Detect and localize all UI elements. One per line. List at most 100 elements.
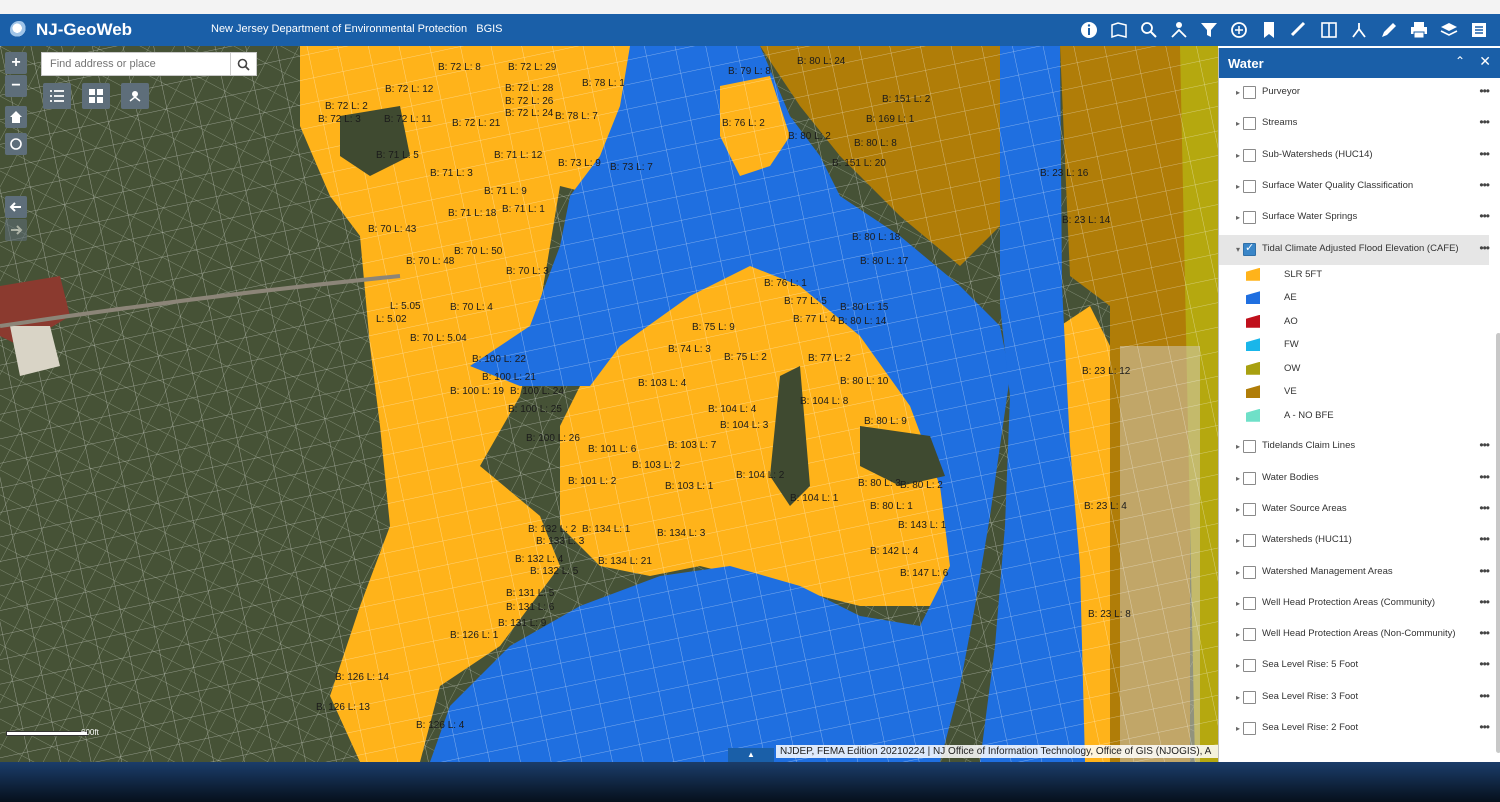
chevron-right-icon[interactable]: ▸ bbox=[1236, 724, 1240, 733]
more-options-icon[interactable]: ••• bbox=[1479, 115, 1490, 129]
measure-button[interactable] bbox=[1286, 18, 1312, 42]
layer-checkbox[interactable] bbox=[1243, 534, 1256, 548]
chevron-right-icon[interactable]: ▸ bbox=[1236, 151, 1240, 160]
legend-button[interactable] bbox=[1466, 18, 1492, 42]
layer-checkbox[interactable] bbox=[1243, 722, 1256, 735]
layer-checkbox[interactable] bbox=[1243, 471, 1256, 485]
layer-row[interactable]: ▸ Sea Level Rise: 3 Foot ••• bbox=[1219, 683, 1490, 713]
layer-row[interactable]: ▸ Well Head Protection Areas (Community) •… bbox=[1219, 589, 1490, 619]
layer-checkbox[interactable] bbox=[1243, 596, 1256, 610]
layer-checkbox[interactable] bbox=[1243, 148, 1256, 162]
more-options-icon[interactable]: ••• bbox=[1479, 470, 1490, 484]
more-options-icon[interactable]: ••• bbox=[1479, 626, 1490, 640]
parcel-label: B: 104 L: 3 bbox=[720, 420, 769, 431]
analysis-button[interactable] bbox=[1226, 18, 1252, 42]
layer-checkbox[interactable] bbox=[1243, 659, 1256, 673]
close-panel-button[interactable]: ✕ bbox=[1479, 53, 1491, 70]
layer-row[interactable]: ▸ Sea Level Rise: 2 Foot ••• bbox=[1219, 714, 1490, 744]
layer-checkbox[interactable] bbox=[1243, 628, 1256, 642]
zoom-in-button[interactable]: + bbox=[5, 52, 27, 74]
chevron-right-icon[interactable]: ▸ bbox=[1236, 505, 1240, 514]
layer-checkbox[interactable] bbox=[1243, 565, 1256, 579]
layer-row[interactable]: ▾ Tidal Climate Adjusted Flood Elevation … bbox=[1219, 234, 1490, 265]
previous-extent-button[interactable] bbox=[5, 196, 27, 218]
layer-row[interactable]: ▸ Sea Level Rise: 5 Foot ••• bbox=[1219, 651, 1490, 681]
query-button[interactable] bbox=[1136, 18, 1162, 42]
layer-row[interactable]: ▸ Purveyor ••• bbox=[1219, 78, 1490, 108]
layer-row[interactable]: ▸ Streams ••• bbox=[1219, 109, 1490, 139]
panel-scrollbar[interactable] bbox=[1496, 333, 1500, 753]
more-options-icon[interactable]: ••• bbox=[1479, 689, 1490, 703]
collapse-panel-button[interactable]: ⌃ bbox=[1455, 54, 1465, 68]
locate-point-button[interactable] bbox=[121, 83, 149, 109]
chevron-right-icon[interactable]: ▸ bbox=[1236, 536, 1240, 545]
layer-checkbox[interactable] bbox=[1243, 502, 1256, 516]
swipe-button[interactable] bbox=[1316, 18, 1342, 42]
search-input[interactable] bbox=[42, 53, 231, 75]
chevron-right-icon[interactable]: ▸ bbox=[1236, 661, 1240, 670]
more-options-icon[interactable]: ••• bbox=[1479, 720, 1490, 734]
layer-row[interactable]: ▸ Watersheds (HUC11) ••• bbox=[1219, 526, 1490, 556]
layer-checkbox[interactable] bbox=[1243, 86, 1256, 99]
chevron-right-icon[interactable]: ▸ bbox=[1236, 182, 1240, 191]
more-options-icon[interactable]: ••• bbox=[1479, 147, 1490, 161]
layer-checkbox[interactable] bbox=[1243, 241, 1256, 256]
layer-row[interactable]: ▸ Surface Water Springs ••• bbox=[1219, 203, 1490, 233]
chevron-right-icon[interactable]: ▸ bbox=[1236, 88, 1240, 97]
chevron-right-icon[interactable]: ▸ bbox=[1236, 630, 1240, 639]
print-button[interactable] bbox=[1406, 18, 1432, 42]
select-button[interactable] bbox=[1346, 18, 1372, 42]
chevron-right-icon[interactable]: ▸ bbox=[1236, 599, 1240, 608]
more-options-icon[interactable]: ••• bbox=[1479, 501, 1490, 515]
filter-button[interactable] bbox=[1196, 18, 1222, 42]
layer-checkbox[interactable] bbox=[1243, 440, 1256, 454]
more-options-icon[interactable]: ••• bbox=[1479, 209, 1490, 223]
more-options-icon[interactable]: ••• bbox=[1479, 178, 1490, 192]
layer-row[interactable]: ▸ Well Head Protection Areas (Non-Communi… bbox=[1219, 620, 1490, 650]
chevron-right-icon[interactable]: ▸ bbox=[1236, 474, 1240, 483]
chevron-right-icon[interactable]: ▸ bbox=[1236, 442, 1240, 451]
attribution-expand-button[interactable]: ▲ bbox=[728, 748, 774, 762]
layer-checkbox[interactable] bbox=[1243, 690, 1256, 704]
zoom-out-button[interactable]: − bbox=[5, 75, 27, 97]
chevron-right-icon[interactable]: ▸ bbox=[1236, 693, 1240, 702]
bookmark-button[interactable] bbox=[1256, 18, 1282, 42]
layer-checkbox[interactable] bbox=[1243, 179, 1256, 193]
layer-checkbox[interactable] bbox=[1243, 117, 1256, 131]
home-button[interactable] bbox=[5, 106, 27, 128]
layer-row[interactable]: ▸ Sub-Watersheds (HUC14) ••• bbox=[1219, 141, 1490, 171]
agency-short: BGIS bbox=[476, 23, 503, 35]
layer-row[interactable]: ▸ Surface Water Quality Classification ••• bbox=[1219, 172, 1490, 202]
layer-row[interactable]: ▸ Water Bodies ••• bbox=[1219, 464, 1490, 494]
parcel-label: B: 76 L: 1 bbox=[764, 278, 807, 289]
layer-row[interactable]: ▸ Water Source Areas ••• bbox=[1219, 495, 1490, 525]
parcel-label: B: 79 L: 8 bbox=[728, 66, 771, 77]
next-extent-button[interactable] bbox=[5, 219, 27, 241]
more-options-icon[interactable]: ••• bbox=[1479, 241, 1490, 255]
chevron-right-icon[interactable]: ▸ bbox=[1236, 568, 1240, 577]
chevron-right-icon[interactable]: ▸ bbox=[1236, 213, 1240, 222]
locate-button[interactable] bbox=[5, 133, 27, 155]
grid-view-button[interactable] bbox=[82, 83, 110, 109]
map-view[interactable]: B: 72 L: 8 B: 72 L: 29 B: 78 L: 1 B: 79 L: … bbox=[0, 46, 1218, 762]
more-options-icon[interactable]: ••• bbox=[1479, 438, 1490, 452]
chevron-right-icon[interactable]: ▸ bbox=[1236, 119, 1240, 128]
more-options-icon[interactable]: ••• bbox=[1479, 532, 1490, 546]
chevron-down-icon[interactable]: ▾ bbox=[1236, 245, 1240, 254]
more-options-icon[interactable]: ••• bbox=[1479, 564, 1490, 578]
layer-list-button[interactable] bbox=[43, 83, 71, 109]
layer-row[interactable]: ▸ Tidelands Claim Lines ••• bbox=[1219, 432, 1490, 462]
basemap-gallery-button[interactable] bbox=[1106, 18, 1132, 42]
about-button[interactable] bbox=[1076, 18, 1102, 42]
search-button[interactable] bbox=[230, 53, 256, 75]
parcel-label: B: 169 L: 1 bbox=[866, 114, 915, 125]
draw-button[interactable] bbox=[1376, 18, 1402, 42]
more-options-icon[interactable]: ••• bbox=[1479, 84, 1490, 98]
more-options-icon[interactable]: ••• bbox=[1479, 657, 1490, 671]
share-button[interactable] bbox=[1166, 18, 1192, 42]
layers-button[interactable] bbox=[1436, 18, 1462, 42]
more-options-icon[interactable]: ••• bbox=[1479, 595, 1490, 609]
map-canvas[interactable] bbox=[0, 46, 1218, 762]
layer-checkbox[interactable] bbox=[1243, 211, 1256, 225]
layer-row[interactable]: ▸ Watershed Management Areas ••• bbox=[1219, 558, 1490, 588]
